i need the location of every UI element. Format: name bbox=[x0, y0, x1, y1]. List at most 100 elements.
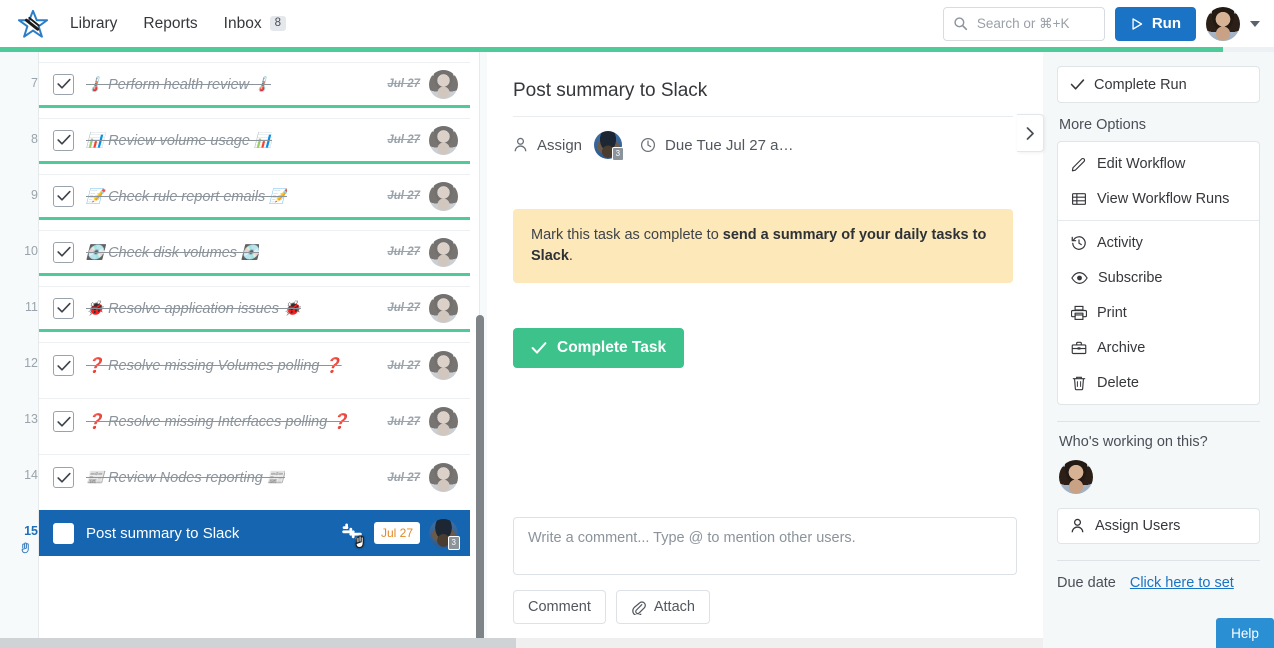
task-row[interactable]: 🐞 Resolve application issues 🐞 Jul 27 bbox=[39, 286, 470, 332]
comment-input[interactable] bbox=[513, 517, 1017, 575]
menu-item-label: View Workflow Runs bbox=[1097, 190, 1230, 207]
task-checkbox[interactable] bbox=[53, 73, 74, 95]
task-row[interactable]: 📰 Review Nodes reporting 📰 Jul 27 bbox=[39, 454, 470, 500]
due-date-label: Due date bbox=[1057, 575, 1116, 591]
drag-handle-icon[interactable] bbox=[19, 541, 32, 554]
search-input[interactable] bbox=[974, 15, 1095, 32]
menu-item-print[interactable]: Print bbox=[1058, 295, 1259, 330]
table-icon bbox=[1071, 191, 1087, 207]
menu-item-view-workflow-runs[interactable]: View Workflow Runs bbox=[1058, 181, 1259, 216]
help-button[interactable]: Help bbox=[1216, 618, 1274, 648]
body-layout: 7 8 9 10 11 12 13 14 15 🌡️ Perform health review… bbox=[0, 52, 1274, 648]
assign-users-label: Assign Users bbox=[1095, 518, 1181, 534]
menu-item-label: Delete bbox=[1097, 374, 1139, 391]
task-date-chip[interactable]: Jul 27 bbox=[373, 522, 420, 544]
nav-inbox-label: Inbox bbox=[223, 14, 262, 32]
complete-task-button[interactable]: Complete Task bbox=[513, 328, 685, 369]
task-assignee-avatar[interactable] bbox=[429, 407, 458, 436]
task-checkbox[interactable] bbox=[53, 522, 74, 544]
person-icon bbox=[513, 137, 528, 153]
menu-item-activity[interactable]: Activity bbox=[1058, 225, 1259, 260]
task-assignee-avatar[interactable] bbox=[429, 351, 458, 380]
hand-cursor-icon bbox=[353, 534, 368, 551]
worker-avatar[interactable] bbox=[1059, 460, 1093, 494]
chevron-down-icon[interactable] bbox=[1250, 20, 1260, 27]
complete-task-label: Complete Task bbox=[557, 339, 667, 357]
complete-run-label: Complete Run bbox=[1094, 76, 1187, 93]
task-checkbox[interactable] bbox=[53, 129, 74, 151]
nav-library[interactable]: Library bbox=[70, 15, 117, 33]
task-instruction-alert: Mark this task as complete to send a sum… bbox=[513, 209, 1013, 284]
task-checkbox[interactable] bbox=[53, 297, 74, 319]
task-assignee-avatar[interactable]: 3 bbox=[429, 518, 460, 550]
help-button-label: Help bbox=[1231, 625, 1259, 641]
task-list-scrollbar[interactable] bbox=[476, 315, 484, 648]
run-progress-track bbox=[0, 47, 1274, 52]
task-assignee-avatar[interactable] bbox=[429, 181, 458, 211]
nav-library-label: Library bbox=[70, 14, 118, 32]
collapse-panel-toggle[interactable] bbox=[1017, 114, 1044, 152]
assigned-avatar[interactable]: 3 bbox=[594, 131, 625, 161]
account-avatar[interactable] bbox=[1206, 6, 1240, 41]
task-date: Jul 27 bbox=[387, 134, 420, 146]
comment-button[interactable]: Comment bbox=[513, 590, 606, 624]
task-row[interactable]: 💽 Check disk volumes 💽 Jul 27 bbox=[39, 230, 470, 276]
assign-control[interactable]: Assign bbox=[513, 137, 582, 154]
trash-icon bbox=[1071, 375, 1087, 391]
sidebar-divider-2 bbox=[1057, 560, 1260, 561]
task-assignee-avatar[interactable] bbox=[429, 69, 458, 99]
task-date: Jul 27 bbox=[387, 415, 420, 428]
task-row[interactable]: 🌡️ Perform health review 🌡️ Jul 27 bbox=[39, 62, 470, 108]
options-sidebar: Complete Run More Options Edit Workflow V… bbox=[1043, 52, 1274, 648]
horizontal-scrollbar[interactable] bbox=[0, 638, 1043, 648]
menu-item-edit-workflow[interactable]: Edit Workflow bbox=[1058, 146, 1259, 181]
menu-item-label: Activity bbox=[1097, 234, 1143, 251]
run-progress-fill bbox=[0, 47, 1224, 52]
task-checkbox[interactable] bbox=[53, 241, 74, 263]
header-actions: Run bbox=[942, 6, 1260, 41]
due-date-text: Due Tue Jul 27 a… bbox=[665, 136, 794, 154]
task-row[interactable]: Post summary to Slack Jul 27 3 bbox=[39, 510, 470, 556]
task-checkbox[interactable] bbox=[53, 411, 74, 432]
due-date-set-link[interactable]: Click here to set bbox=[1130, 575, 1234, 591]
assign-users-button[interactable]: Assign Users bbox=[1057, 508, 1260, 544]
task-checkbox[interactable] bbox=[53, 467, 74, 488]
task-assignee-avatar[interactable] bbox=[429, 463, 458, 492]
task-title: Post summary to Slack bbox=[86, 524, 240, 542]
nav-reports[interactable]: Reports bbox=[143, 15, 197, 33]
task-row[interactable]: ❓ Resolve missing Interfaces polling ❓ Ju… bbox=[39, 398, 470, 444]
due-date-control[interactable]: Due Tue Jul 27 a… bbox=[640, 137, 793, 154]
slack-icon[interactable] bbox=[339, 520, 365, 549]
search-icon bbox=[953, 16, 968, 31]
menu-item-delete[interactable]: Delete bbox=[1058, 365, 1259, 400]
task-title: 📰 Review Nodes reporting 📰 bbox=[86, 470, 285, 486]
run-button[interactable]: Run bbox=[1114, 6, 1196, 41]
task-row[interactable]: 📝 Check rule report emails 📝 Jul 27 bbox=[39, 174, 470, 220]
task-assignee-avatar[interactable] bbox=[429, 237, 458, 267]
task-assignee-avatar[interactable] bbox=[429, 125, 458, 155]
task-assignee-avatar[interactable] bbox=[429, 293, 458, 323]
task-date: Jul 27 bbox=[387, 190, 420, 202]
task-row-meta: Jul 27 bbox=[387, 351, 458, 380]
star-logo-icon[interactable] bbox=[16, 7, 50, 41]
archive-icon bbox=[1071, 340, 1087, 356]
task-number: 13 bbox=[24, 412, 38, 426]
top-header: Library Reports Inbox 8 Search or ⌘+K Ru… bbox=[0, 0, 1274, 47]
nav-inbox[interactable]: Inbox 8 bbox=[224, 15, 286, 33]
task-row[interactable]: ❓ Resolve missing Volumes polling ❓ Jul 2… bbox=[39, 342, 470, 388]
search-box[interactable] bbox=[942, 6, 1105, 41]
task-row[interactable]: 📊 Review volume usage 📊 Jul 27 bbox=[39, 118, 470, 164]
task-date: Jul 27 bbox=[387, 78, 420, 90]
horizontal-scrollbar-thumb[interactable] bbox=[0, 638, 516, 648]
task-checkbox[interactable] bbox=[53, 355, 74, 376]
menu-item-subscribe[interactable]: Subscribe bbox=[1058, 260, 1259, 295]
complete-run-button[interactable]: Complete Run bbox=[1058, 67, 1259, 102]
due-date-row: Due date Click here to set bbox=[1057, 575, 1260, 591]
menu-item-archive[interactable]: Archive bbox=[1058, 330, 1259, 365]
attach-button[interactable]: Attach bbox=[615, 590, 710, 624]
more-options-label: More Options bbox=[1059, 117, 1147, 133]
app-root: Library Reports Inbox 8 Search or ⌘+K Ru… bbox=[0, 0, 1274, 648]
task-checkbox[interactable] bbox=[53, 185, 74, 207]
task-date: Jul 27 bbox=[387, 471, 420, 484]
paperclip-icon bbox=[631, 600, 646, 615]
